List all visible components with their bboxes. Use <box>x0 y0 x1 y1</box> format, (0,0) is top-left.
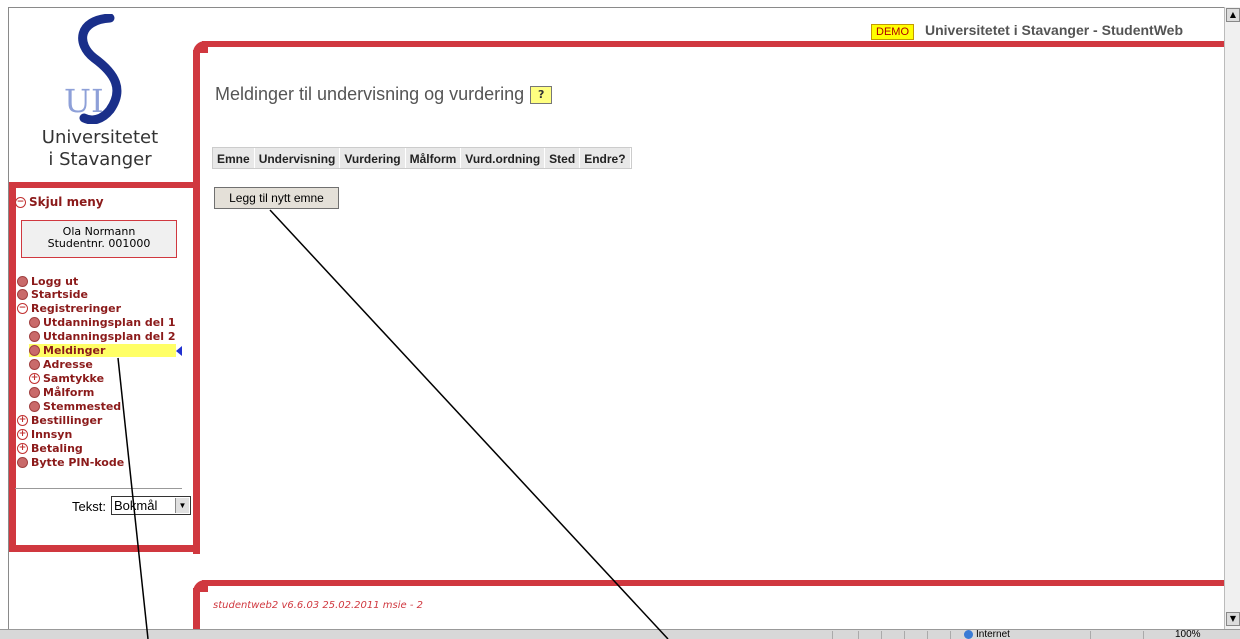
menu-item-label: Startside <box>31 288 88 301</box>
menu-item-label: Innsyn <box>31 428 73 441</box>
bullet-icon <box>29 401 40 412</box>
menu-item-startside[interactable]: Startside <box>17 288 88 301</box>
menu-item-label: Betaling <box>31 442 83 455</box>
menu-item-label: Logg ut <box>31 275 79 288</box>
menu-frame-top-bar <box>9 182 199 188</box>
dropdown-arrow-icon: ▼ <box>175 498 189 513</box>
col-malform: Målform <box>406 148 462 168</box>
language-label: Tekst: <box>72 499 106 514</box>
footer-frame-top-bar <box>202 580 1224 586</box>
menu-item-label: Utdanningsplan del 2 <box>43 330 176 343</box>
menu-item-meldinger[interactable]: Meldinger <box>29 344 105 357</box>
menu-item-malform[interactable]: Målform <box>29 386 94 399</box>
menu-item-samtykke[interactable]: + Samtykke <box>29 372 104 385</box>
minus-circle-icon: − <box>15 196 26 208</box>
browser-status-bar: Internet 100% <box>0 629 1240 639</box>
col-vurd-ordning: Vurd.ordning <box>461 148 546 168</box>
menu-item-adresse[interactable]: Adresse <box>29 358 93 371</box>
scroll-up-icon[interactable]: ▲ <box>1226 8 1240 22</box>
col-emne: Emne <box>213 148 255 168</box>
zoom-level[interactable]: 100% <box>1175 630 1201 639</box>
bullet-icon <box>29 331 40 342</box>
menu-item-utdanningsplan-1[interactable]: Utdanningsplan del 1 <box>29 316 176 329</box>
help-icon[interactable]: ? <box>530 85 553 104</box>
menu-item-label: Stemmested <box>43 400 122 413</box>
security-zone[interactable]: Internet <box>964 629 1010 639</box>
main-frame-top-bar <box>202 41 1224 47</box>
status-cell <box>904 631 905 639</box>
plus-circle-icon: + <box>17 443 28 454</box>
bullet-icon <box>29 387 40 398</box>
menu-item-registreringer[interactable]: − Registreringer <box>17 302 121 315</box>
menu-item-label: Meldinger <box>43 344 106 357</box>
student-number: Studentnr. 001000 <box>47 237 151 250</box>
status-cell <box>950 631 951 639</box>
bullet-icon <box>29 345 40 356</box>
col-vurdering: Vurdering <box>340 148 406 168</box>
menu-item-stemmested[interactable]: Stemmested <box>29 400 121 413</box>
uis-logo-icon: UI <box>64 14 122 124</box>
version-footer: studentweb2 v6.6.03 25.02.2011 msie - 2 <box>213 600 423 611</box>
plus-circle-icon: + <box>17 429 28 440</box>
menu-item-label: Målform <box>43 386 95 399</box>
status-cell <box>832 631 833 639</box>
menu-divider <box>15 488 182 489</box>
menu-frame-bottom-bar <box>9 545 200 552</box>
menu-item-betaling[interactable]: + Betaling <box>17 442 83 455</box>
status-cell <box>927 631 928 639</box>
add-course-button[interactable]: Legg til nytt emne <box>214 187 339 209</box>
plus-circle-icon: + <box>17 415 28 426</box>
page-title-text: Meldinger til undervisning og vurdering <box>215 84 525 104</box>
bullet-icon <box>17 289 28 300</box>
svg-text:UI: UI <box>64 82 104 120</box>
user-info-box: Ola Normann Studentnr. 001000 <box>21 220 177 258</box>
menu-item-label: Bestillinger <box>31 414 103 427</box>
page-title: Meldinger til undervisning og vurdering … <box>215 84 553 105</box>
site-title: Universitetet i Stavanger - StudentWeb <box>925 22 1184 38</box>
university-name-line2: i Stavanger <box>48 149 152 170</box>
col-sted: Sted <box>545 148 581 168</box>
language-value: Bokmål <box>114 498 158 513</box>
menu-item-label: Bytte PIN-kode <box>31 456 125 469</box>
bullet-icon <box>17 276 28 287</box>
vertical-scrollbar[interactable]: ▲ ▼ <box>1224 7 1240 629</box>
scroll-down-icon[interactable]: ▼ <box>1226 612 1240 626</box>
security-zone-label: Internet <box>976 629 1010 639</box>
hide-menu-link[interactable]: − Skjul meny <box>15 195 104 209</box>
menu-item-bytte-pin[interactable]: Bytte PIN-kode <box>17 456 124 469</box>
menu-item-innsyn[interactable]: + Innsyn <box>17 428 72 441</box>
annotation-line-add-button <box>269 209 669 639</box>
menu-item-utdanningsplan-2[interactable]: Utdanningsplan del 2 <box>29 330 176 343</box>
menu-item-label: Registreringer <box>31 302 122 315</box>
globe-icon <box>964 630 973 639</box>
courses-table-header: Emne Undervisning Vurdering Målform Vurd… <box>212 147 632 169</box>
col-endre: Endre? <box>580 148 631 168</box>
status-cell <box>1090 631 1091 639</box>
footer-frame-left-bar <box>193 588 200 629</box>
university-name-line1: Universitetet <box>41 127 159 148</box>
window-top-edge <box>0 0 1240 8</box>
bullet-icon <box>29 359 40 370</box>
bullet-icon <box>29 317 40 328</box>
language-select[interactable]: Bokmål ▼ <box>111 496 191 515</box>
status-cell <box>858 631 859 639</box>
menu-item-label: Adresse <box>43 358 93 371</box>
hide-menu-label: Skjul meny <box>29 195 104 209</box>
active-item-arrow-icon <box>176 346 182 356</box>
menu-item-bestillinger[interactable]: + Bestillinger <box>17 414 102 427</box>
menu-item-label: Utdanningsplan del 1 <box>43 316 176 329</box>
status-cell <box>881 631 882 639</box>
minus-circle-icon: − <box>17 303 28 314</box>
bullet-icon <box>17 457 28 468</box>
menu-item-logg-ut[interactable]: Logg ut <box>17 275 78 288</box>
col-undervisning: Undervisning <box>255 148 341 168</box>
menu-item-label: Samtykke <box>43 372 105 385</box>
status-cell <box>1143 631 1144 639</box>
plus-circle-icon: + <box>29 373 40 384</box>
demo-badge: DEMO <box>871 24 914 40</box>
